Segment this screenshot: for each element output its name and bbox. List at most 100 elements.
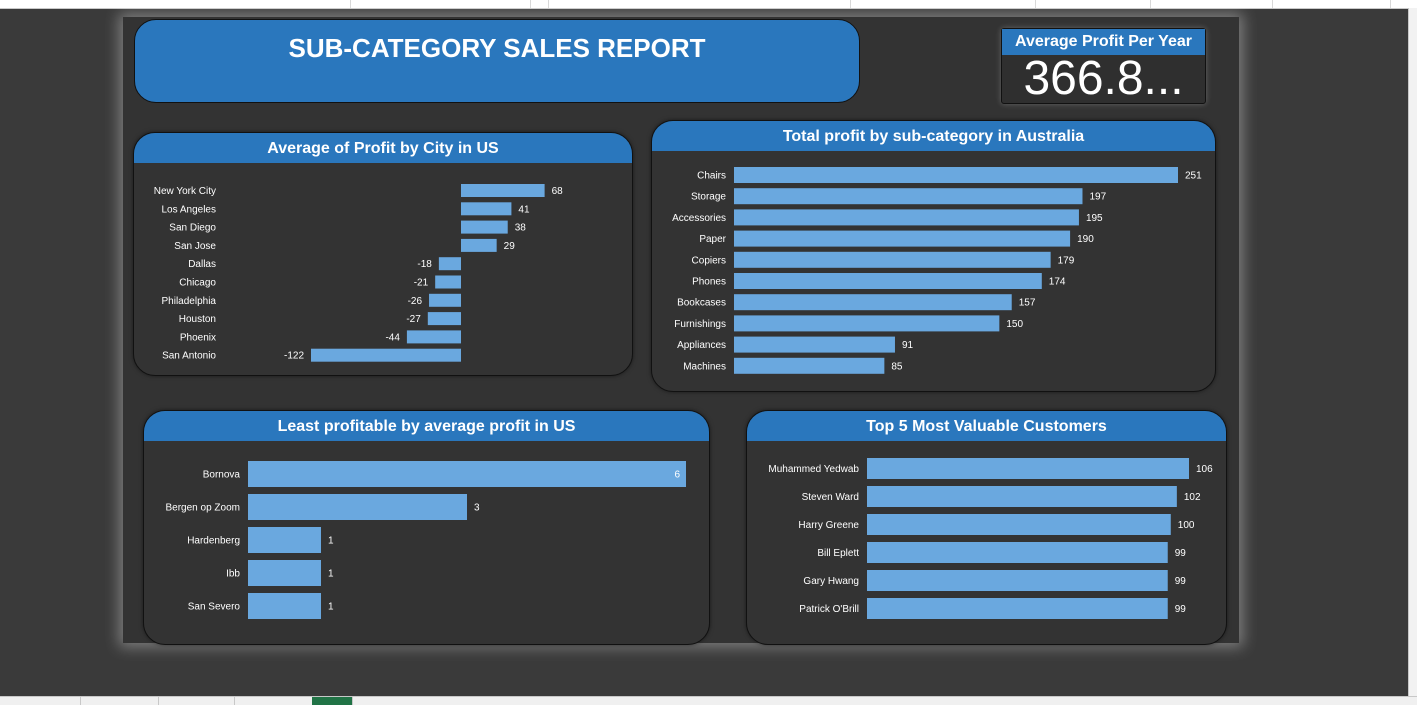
data-label: 150 bbox=[1006, 319, 1023, 330]
bar bbox=[427, 312, 461, 326]
kpi-card: Average Profit Per Year 366.8... bbox=[1001, 28, 1206, 105]
data-label: 1 bbox=[328, 536, 334, 547]
dashboard: SUB-CATEGORY SALES REPORT Average Profit… bbox=[123, 17, 1239, 645]
report-title: SUB-CATEGORY SALES REPORT bbox=[288, 33, 706, 63]
data-label: 99 bbox=[1175, 576, 1187, 587]
category-label: Bergen op Zoom bbox=[166, 503, 241, 514]
category-label: Houston bbox=[179, 314, 216, 325]
bar bbox=[734, 209, 1079, 226]
category-label: Accessories bbox=[672, 213, 726, 224]
bar bbox=[248, 461, 686, 487]
bar bbox=[734, 230, 1071, 247]
spreadsheet-column-strip bbox=[0, 0, 1417, 9]
data-label: -27 bbox=[406, 314, 421, 325]
data-label: -18 bbox=[417, 259, 432, 270]
data-label: 157 bbox=[1019, 298, 1036, 309]
category-label: San Diego bbox=[169, 223, 216, 234]
data-label: 91 bbox=[902, 340, 914, 351]
category-label: San Jose bbox=[174, 241, 216, 252]
bar bbox=[867, 486, 1177, 507]
data-label: 102 bbox=[1184, 492, 1201, 503]
data-label: 195 bbox=[1086, 213, 1103, 224]
data-label: 106 bbox=[1196, 464, 1213, 475]
data-label: -21 bbox=[414, 278, 429, 289]
sheet-scrollbar[interactable] bbox=[1408, 8, 1417, 696]
category-label: Chairs bbox=[697, 171, 726, 182]
category-label: Philadelphia bbox=[162, 296, 217, 307]
bar bbox=[248, 527, 321, 553]
kpi-value: 366.8... bbox=[1023, 52, 1184, 105]
data-label: 100 bbox=[1178, 520, 1195, 531]
category-label: Ibb bbox=[226, 569, 240, 580]
category-label: Muhammed Yedwab bbox=[768, 464, 859, 475]
bar bbox=[248, 593, 321, 619]
bar bbox=[734, 167, 1178, 183]
category-label: Harry Greene bbox=[798, 520, 859, 531]
bar bbox=[867, 514, 1171, 535]
bar bbox=[248, 494, 467, 520]
bar bbox=[734, 273, 1042, 289]
bar bbox=[248, 560, 321, 586]
data-label: 38 bbox=[515, 223, 527, 234]
bar bbox=[461, 202, 512, 216]
bar bbox=[867, 598, 1168, 619]
category-label: New York City bbox=[154, 186, 216, 197]
category-label: Copiers bbox=[692, 255, 726, 266]
data-label: -122 bbox=[284, 351, 304, 362]
bar bbox=[435, 275, 461, 289]
bar bbox=[734, 251, 1051, 268]
data-label: 1 bbox=[328, 569, 334, 580]
category-label: Hardenberg bbox=[187, 536, 240, 547]
category-label: San Severo bbox=[188, 602, 241, 613]
bar bbox=[461, 220, 508, 234]
category-label: Chicago bbox=[179, 278, 216, 289]
bar bbox=[734, 315, 1000, 332]
category-label: Storage bbox=[691, 192, 726, 203]
data-label: 85 bbox=[891, 361, 903, 372]
chart-panel-top-customers: Top 5 Most Valuable Customers Muhammed Y… bbox=[746, 410, 1227, 645]
data-label: 190 bbox=[1077, 234, 1094, 245]
category-label: Machines bbox=[683, 361, 726, 372]
category-label: Phoenix bbox=[180, 332, 216, 343]
bar bbox=[461, 184, 545, 197]
bar bbox=[429, 293, 461, 307]
category-label: Phones bbox=[692, 277, 726, 288]
bar bbox=[867, 542, 1168, 563]
chart-top-customers: Muhammed Yedwab 106 Steven Ward 102 Harry Gr… bbox=[768, 458, 1213, 619]
category-label: San Antonio bbox=[162, 351, 216, 362]
data-label: -26 bbox=[408, 296, 423, 307]
bar bbox=[734, 336, 895, 353]
chart-profit-by-subcategory: Chairs 251 Storage 197 Accessories 195 Paper 19… bbox=[672, 167, 1202, 374]
category-label: Steven Ward bbox=[802, 492, 859, 503]
bar bbox=[311, 348, 461, 362]
data-label: 6 bbox=[674, 470, 680, 481]
category-label: Furnishings bbox=[674, 319, 726, 330]
category-label: Gary Hwang bbox=[803, 576, 859, 587]
data-label: 68 bbox=[552, 186, 564, 197]
data-label: 1 bbox=[328, 602, 334, 613]
bar bbox=[461, 238, 497, 252]
category-label: Appliances bbox=[677, 340, 726, 351]
chart-panel-profit-by-city: Average of Profit by City in US New York… bbox=[133, 132, 633, 376]
category-label: Bornova bbox=[203, 470, 241, 481]
bar bbox=[867, 458, 1189, 479]
bar bbox=[734, 188, 1083, 205]
category-label: Bill Eplett bbox=[817, 548, 859, 559]
category-label: Patrick O'Brill bbox=[799, 604, 859, 615]
data-label: 99 bbox=[1175, 604, 1187, 615]
bar bbox=[734, 357, 885, 374]
data-label: 99 bbox=[1175, 548, 1187, 559]
category-label: Los Angeles bbox=[162, 204, 217, 215]
data-label: 174 bbox=[1049, 277, 1066, 288]
category-label: Dallas bbox=[188, 259, 216, 270]
chart-panel-profit-by-subcategory: Total profit by sub-category in Australi… bbox=[651, 120, 1216, 392]
data-label: 41 bbox=[518, 204, 530, 215]
data-label: 3 bbox=[474, 503, 480, 514]
chart-panel-least-profitable: Least profitable by average profit in US… bbox=[143, 410, 710, 645]
data-label: -44 bbox=[385, 332, 400, 343]
report-title-box: SUB-CATEGORY SALES REPORT bbox=[134, 19, 860, 103]
chart-least-profitable: Bornova 6 Bergen op Zoom 3 Hardenberg 1 Ibb 1 Sa… bbox=[166, 461, 686, 619]
data-label: 179 bbox=[1058, 255, 1075, 266]
data-label: 197 bbox=[1089, 192, 1106, 203]
data-label: 29 bbox=[504, 241, 516, 252]
